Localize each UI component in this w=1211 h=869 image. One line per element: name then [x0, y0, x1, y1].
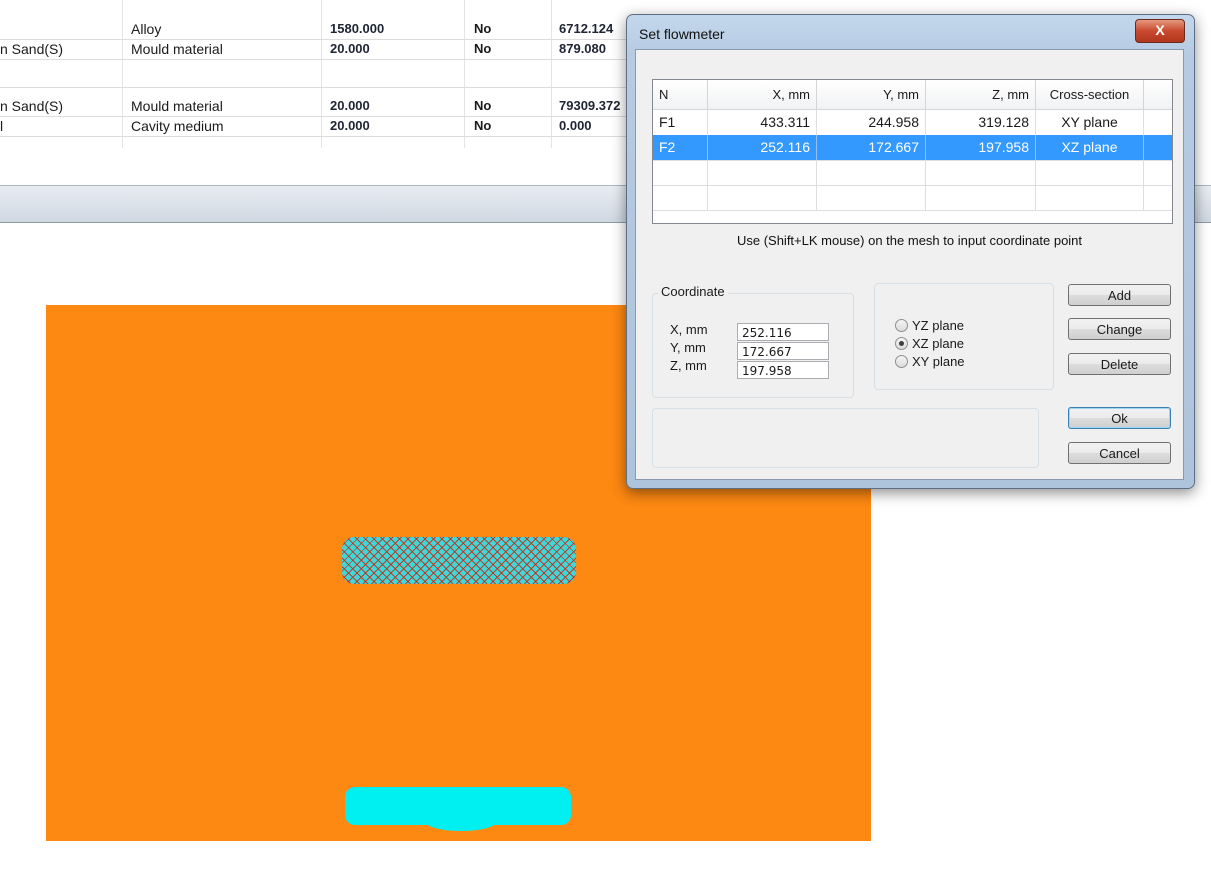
material-type: Alloy	[131, 21, 162, 37]
material-flag: No	[474, 98, 492, 113]
dialog-title: Set flowmeter	[639, 26, 725, 42]
radio-label: XZ plane	[912, 336, 965, 351]
row-cross-section: XZ plane	[1036, 135, 1144, 160]
column-header-y[interactable]: Y, mm	[817, 80, 926, 110]
radio-icon	[895, 319, 908, 332]
close-icon: X	[1155, 22, 1165, 38]
empty-cell	[708, 185, 817, 210]
row-x: 252.116	[708, 135, 817, 160]
material-temperature: 20.000	[330, 41, 370, 56]
cancel-button[interactable]: Cancel	[1068, 442, 1171, 464]
material-type: Cavity medium	[131, 118, 224, 134]
y-label: Y, mm	[670, 340, 706, 355]
column-header-filler	[1144, 80, 1172, 110]
casting-part[interactable]	[345, 787, 571, 825]
radio-xz-plane[interactable]: XZ plane	[895, 336, 964, 351]
row-y: 244.958	[817, 110, 926, 135]
table-row[interactable]: Alloy 1580.000 No 6712.124	[0, 20, 660, 40]
radio-icon	[895, 355, 908, 368]
status-area	[652, 408, 1039, 468]
material-flag: No	[474, 118, 492, 133]
material-value: 79309.372	[559, 98, 621, 113]
add-button[interactable]: Add	[1068, 284, 1171, 306]
material-name: n Sand(S)	[0, 41, 64, 57]
z-label: Z, mm	[670, 358, 707, 373]
set-flowmeter-dialog: Set flowmeter X N X, mm Y, mm Z, mm Cros…	[626, 14, 1195, 489]
empty-cell	[926, 185, 1036, 210]
row-cross-section: XY plane	[1036, 110, 1144, 135]
table-row[interactable]: n Sand(S) Mould material 20.000 No 79309…	[0, 97, 660, 117]
material-type: Mould material	[131, 98, 223, 114]
radio-selected-icon	[895, 337, 908, 350]
ok-button[interactable]: Ok	[1068, 407, 1171, 429]
row-n: F2	[653, 135, 708, 160]
table-row-selected[interactable]: F2 252.116 172.667 197.958 XZ plane	[653, 135, 1172, 161]
material-temperature: 20.000	[330, 118, 370, 133]
column-header-cross-section[interactable]: Cross-section	[1036, 80, 1144, 110]
table-row[interactable]: l Cavity medium 20.000 No 0.000	[0, 117, 660, 137]
row-z: 197.958	[926, 135, 1036, 160]
material-temperature: 1580.000	[330, 21, 385, 36]
table-row[interactable]	[0, 68, 660, 88]
row-y: 172.667	[817, 135, 926, 160]
column-header-x[interactable]: X, mm	[708, 80, 817, 110]
empty-row[interactable]	[653, 160, 1172, 186]
change-button[interactable]: Change	[1068, 318, 1171, 340]
material-value: 879.080	[559, 41, 606, 56]
table-row[interactable]: n Sand(S) Mould material 20.000 No 879.0…	[0, 40, 660, 60]
radio-yz-plane[interactable]: YZ plane	[895, 318, 964, 333]
empty-cell	[817, 160, 926, 185]
empty-cell	[653, 185, 708, 210]
dialog-client-area: N X, mm Y, mm Z, mm Cross-section F1 433…	[635, 49, 1184, 480]
x-input[interactable]: 252.116	[737, 323, 829, 341]
empty-cell	[817, 185, 926, 210]
input-hint: Use (Shift+LK mouse) on the mesh to inpu…	[736, 233, 1083, 248]
delete-button[interactable]: Delete	[1068, 353, 1171, 375]
radio-label: YZ plane	[912, 318, 965, 333]
empty-cell	[926, 160, 1036, 185]
column-header-z[interactable]: Z, mm	[926, 80, 1036, 110]
radio-xy-plane[interactable]: XY plane	[895, 354, 965, 369]
empty-cell	[653, 160, 708, 185]
empty-cell	[1036, 160, 1144, 185]
row-z: 319.128	[926, 110, 1036, 135]
x-label: X, mm	[670, 322, 708, 337]
material-flag: No	[474, 21, 492, 36]
row-x: 433.311	[708, 110, 817, 135]
close-button[interactable]: X	[1135, 19, 1185, 43]
material-type: Mould material	[131, 41, 223, 57]
radio-label: XY plane	[912, 354, 965, 369]
material-flag: No	[474, 41, 492, 56]
empty-row[interactable]	[653, 185, 1172, 211]
y-input[interactable]: 172.667	[737, 342, 829, 360]
material-name: n Sand(S)	[0, 98, 64, 114]
material-value: 6712.124	[559, 21, 614, 36]
coordinate-group-label: Coordinate	[658, 284, 728, 299]
empty-cell	[708, 160, 817, 185]
coordinate-group: Coordinate X, mm 252.116 Y, mm 172.667 Z…	[652, 284, 854, 398]
plane-group: YZ plane XZ plane XY plane	[874, 283, 1054, 390]
material-name: l	[0, 118, 4, 134]
material-temperature: 20.000	[330, 98, 370, 113]
z-input[interactable]: 197.958	[737, 361, 829, 379]
material-value: 0.000	[559, 118, 592, 133]
row-n: F1	[653, 110, 708, 135]
table-row[interactable]: F1 433.311 244.958 319.128 XY plane	[653, 110, 1172, 136]
column-header-n[interactable]: N	[653, 80, 708, 110]
meshed-casting-part[interactable]	[342, 537, 576, 584]
flowmeter-grid[interactable]: N X, mm Y, mm Z, mm Cross-section F1 433…	[652, 79, 1173, 224]
empty-cell	[1036, 185, 1144, 210]
